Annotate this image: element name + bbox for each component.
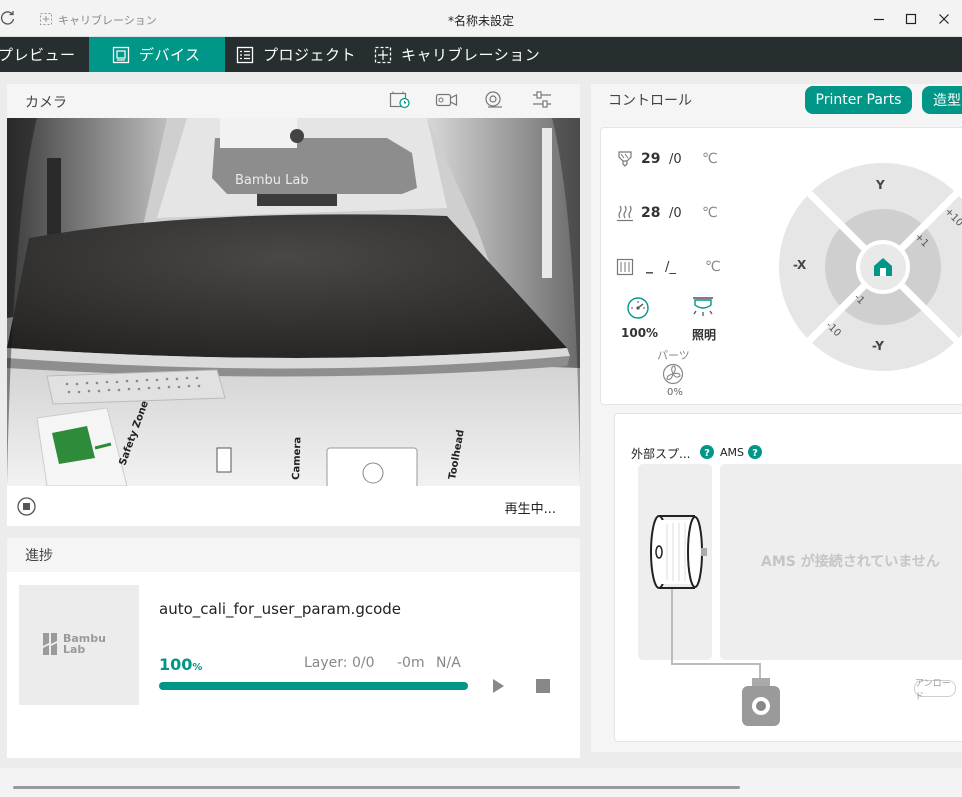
build-button-label: 造型 [933,93,961,109]
progress-title: 進捗 [25,548,53,564]
camera-panel: カメラ Bambu Lab Safety Zone Camera Toolhea… [7,84,580,526]
stop-print-icon[interactable] [536,679,550,693]
lamp-label: 照明 [692,328,717,342]
timelapse-icon[interactable] [389,90,411,110]
tab-calibration-label: キャリブレーション [401,46,541,64]
progress-panel: 進捗 Bambu Lab auto_cali_for_user_param.gc… [7,538,580,758]
printer-parts-button[interactable]: Printer Parts [805,86,912,114]
nozzle-temp-icon [616,150,634,168]
progress-bar [159,682,468,690]
nozzle-temp-target[interactable]: /0 [669,152,682,167]
close-icon[interactable] [935,10,953,28]
tab-calibration[interactable]: キャリブレーション [374,37,554,72]
unload-button[interactable]: アンロード [914,679,956,702]
lamp-icon[interactable] [690,296,716,320]
tab-device[interactable]: デバイス [89,37,225,72]
window-title: *名称未設定 [447,14,514,28]
title-bar: キャリブレーション *名称未設定 [0,0,962,37]
maximize-icon[interactable] [902,10,920,28]
extruder-icon [740,678,782,728]
chamber-temp-icon [616,258,634,276]
camera-footer: 再生中... [7,486,580,526]
svg-text:?: ? [752,448,758,459]
stream-status: 再生中... [504,502,556,517]
minimize-icon[interactable] [870,10,888,28]
tab-project[interactable]: プロジェクト [236,37,366,72]
external-spool-label: 外部スプ... [631,447,691,461]
camera-sticker-text: Camera [291,437,303,480]
main-tab-bar: プレビュー デバイス プロジェクト キャリブレーション [0,37,962,72]
tab-preview[interactable]: プレビュー [0,37,87,72]
jog-y-plus[interactable]: Y [876,178,885,192]
bed-temp-unit: ℃ [702,205,718,221]
layer-count: Layer: 0/0 [304,655,375,671]
printer-parts-label: Printer Parts [815,92,902,108]
jog-pad: Y -Y -X +10 +1 -1 -10 X [778,162,962,372]
control-title: コントロール [608,93,692,109]
speed-value: 100% [621,326,659,340]
horizontal-scrollbar[interactable] [13,786,740,789]
status-strip [0,768,962,797]
progress-header: 進捗 [7,538,580,572]
bed-temp-target[interactable]: /0 [669,206,682,221]
external-spool-slot[interactable] [638,464,712,660]
camera-feed[interactable]: Bambu Lab Safety Zone Camera Toolhead [7,118,580,486]
jog-x-minus[interactable]: -X [793,258,806,272]
parts-fan-value: 0% [667,387,683,398]
tab-preview-label: プレビュー [0,46,76,64]
print-filename: auto_cali_for_user_param.gcode [159,600,402,618]
external-spool-help-icon[interactable]: ? [700,445,714,459]
chamber-temp-unit: ℃ [705,259,721,275]
parts-fan-label: パーツ [657,349,690,362]
nozzle-temp-current: 29 [641,151,661,167]
spool-icon [647,514,709,590]
device-icon [112,46,130,63]
ams-not-connected-text: AMS が接続されていません [761,554,940,570]
ams-label: AMS [720,446,744,459]
unload-button-label: アンロード [915,678,951,702]
chamber-temp-target[interactable]: /_ [665,260,676,275]
ams-help-icon[interactable]: ? [748,445,762,459]
nozzle-temp-unit: ℃ [702,151,718,167]
camera-header: カメラ [7,84,580,118]
svg-text:?: ? [704,448,710,459]
bed-temp-icon [616,204,634,222]
thumbnail-brand: Bambu Lab [63,633,106,655]
speed-gauge-icon[interactable] [626,296,650,320]
chamber-temp-current: _ [646,258,653,274]
bed-temp-current: 28 [641,205,661,221]
calibration-tab-icon [374,46,392,63]
camera-settings-icon[interactable] [483,90,505,110]
control-panel: コントロール Printer Parts 造型 29 /0 ℃ 28 /0 ℃ … [591,84,962,752]
parts-fan-icon[interactable] [662,363,684,385]
video-camera-icon[interactable] [435,90,459,110]
filament-card: 外部スプ... ? AMS ? AMS が接続されていません アンロード [614,413,962,742]
thumbnail-brand-line2: Lab [63,643,86,656]
progress-percent: 100% [159,655,202,674]
adjust-sliders-icon[interactable] [531,90,553,110]
stop-stream-icon[interactable] [17,497,36,516]
hood-brand-text: Bambu Lab [235,173,309,188]
jog-y-minus[interactable]: -Y [872,339,884,353]
home-icon[interactable] [872,256,894,278]
progress-bar-fill [159,682,468,690]
bambu-logo-icon [43,633,59,655]
temperature-card: 29 /0 ℃ 28 /0 ℃ _ /_ ℃ 100% 照明 パーツ 0% Y … [600,127,962,405]
camera-title: カメラ [25,95,67,111]
print-thumbnail: Bambu Lab [19,585,139,705]
resume-print-icon[interactable] [491,679,505,693]
eta: N/A [436,655,461,671]
progress-percent-value: 100 [159,655,193,674]
project-icon [236,46,254,63]
build-button[interactable]: 造型 [922,86,962,114]
ams-slot-area: AMS が接続されていません [720,464,962,660]
tab-device-label: デバイス [139,46,201,64]
time-remaining: -0m [397,655,425,671]
progress-percent-unit: % [192,662,203,673]
tab-project-label: プロジェクト [263,46,357,64]
